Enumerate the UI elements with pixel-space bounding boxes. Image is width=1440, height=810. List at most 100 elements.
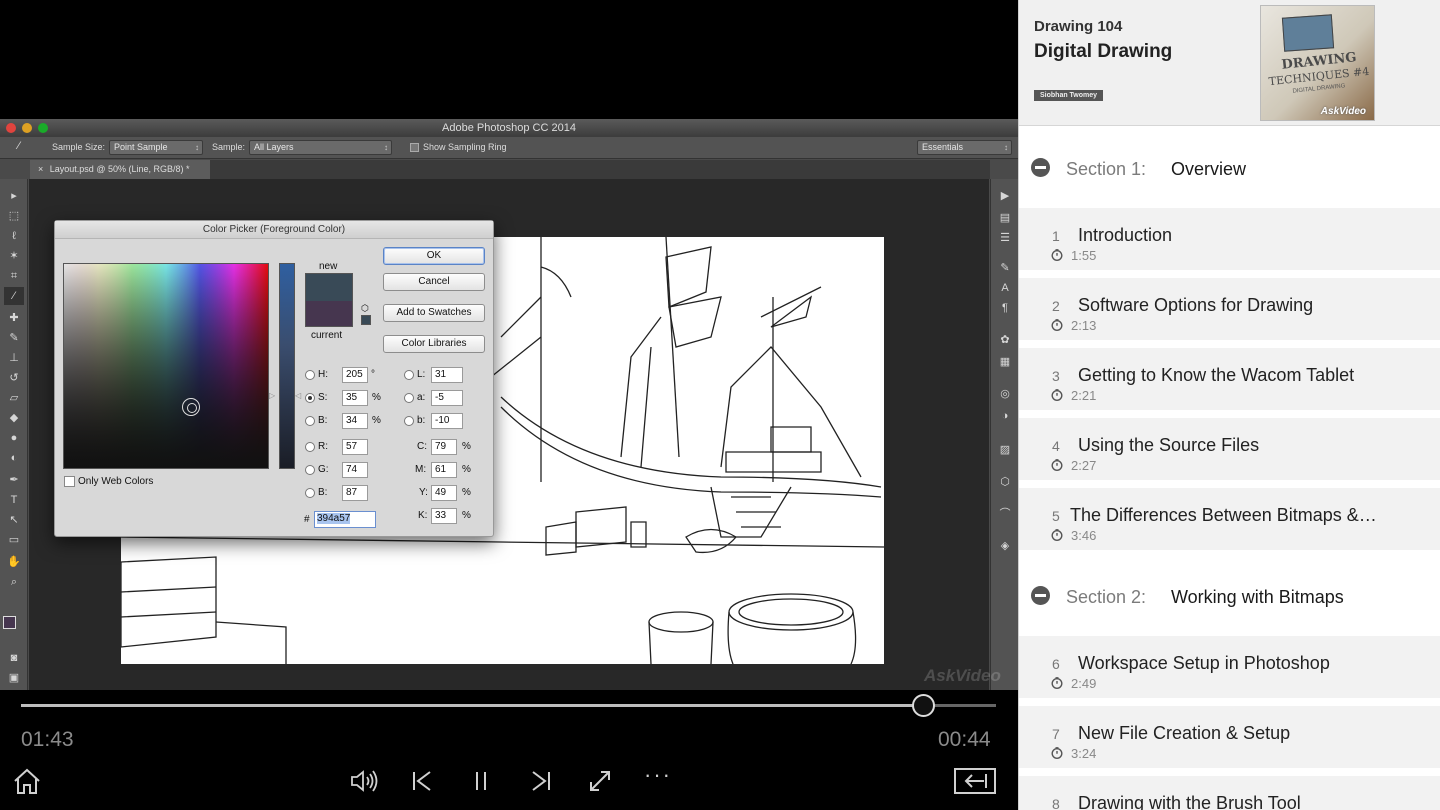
cyan-unit: %: [462, 441, 471, 452]
progress-bar[interactable]: [21, 694, 996, 717]
lesson-number: 6: [1052, 656, 1060, 672]
hue-slider-left-arrow-icon: ▷: [269, 391, 276, 400]
saturation-radio[interactable]: [305, 393, 315, 403]
next-button[interactable]: [524, 764, 558, 798]
section-name: Working with Bitmaps: [1171, 587, 1344, 607]
hue-input[interactable]: 205: [342, 367, 368, 383]
course-header: Drawing 104 Digital Drawing Siobhan Twom…: [1019, 0, 1440, 126]
black-label: K:: [418, 510, 428, 521]
lesson-number: 1: [1052, 228, 1060, 244]
shape-tool-icon: ▭: [8, 534, 20, 546]
navigator-panel-icon: ▨: [999, 444, 1011, 456]
progress-thumb[interactable]: [911, 694, 935, 717]
exit-player-button[interactable]: [953, 764, 997, 798]
hex-value: 394a57: [317, 513, 351, 524]
section-name: Overview: [1171, 159, 1247, 179]
sample-size-select: Point Sample: [109, 140, 203, 155]
eyedropper-tool-icon: ⁄: [4, 287, 24, 305]
blue-input[interactable]: 87: [342, 485, 368, 501]
lightness-input[interactable]: 31: [431, 367, 463, 383]
lesson-number: 2: [1052, 298, 1060, 314]
color-sample-ring[interactable]: [182, 398, 200, 416]
foreground-color-icon: [3, 616, 16, 629]
lesson-title: The Differences Between Bitmaps &…: [1070, 505, 1377, 525]
brightness-radio[interactable]: [305, 416, 315, 426]
author-badge: Siobhan Twomey: [1034, 90, 1104, 101]
stamp-tool-icon: ⊥: [9, 352, 19, 364]
green-input[interactable]: 74: [342, 462, 368, 478]
current-color-swatch[interactable]: [305, 301, 353, 327]
path-select-icon: ↖: [9, 514, 19, 526]
add-to-swatches-button[interactable]: Add to Swatches: [383, 304, 485, 322]
clock-icon: [1051, 529, 1063, 541]
hue-slider[interactable]: [279, 263, 295, 469]
cancel-button[interactable]: Cancel: [383, 273, 485, 291]
more-icon: ···: [644, 762, 672, 787]
hue-radio[interactable]: [305, 370, 315, 380]
document-tab: × Layout.psd @ 50% (Line, RGB/8) *: [30, 160, 210, 179]
course-thumbnail: DRAWING TECHNIQUES #4 DIGITAL DRAWING As…: [1260, 5, 1375, 121]
bucket-tool-icon: ◆: [9, 412, 19, 424]
lesson-duration: 2:21: [1071, 388, 1097, 403]
skip-back-icon: [413, 771, 431, 791]
brightness-input[interactable]: 34: [342, 413, 368, 429]
course-sidebar: Drawing 104 Digital Drawing Siobhan Twom…: [1018, 0, 1440, 810]
a-channel-label: a:: [417, 392, 426, 403]
color-libraries-button[interactable]: Color Libraries: [383, 335, 485, 353]
lesson-item[interactable]: 3 Getting to Know the Wacom Tablet 2:21: [1019, 348, 1440, 410]
lesson-title: Getting to Know the Wacom Tablet: [1078, 365, 1355, 385]
document-tabs: × Layout.psd @ 50% (Line, RGB/8) *: [30, 160, 990, 179]
current-color-label: current: [311, 330, 343, 341]
lesson-title: Using the Source Files: [1078, 435, 1260, 455]
web-safe-swatch[interactable]: [361, 315, 371, 325]
crop-tool-icon: ⌗: [10, 270, 18, 282]
red-input[interactable]: 57: [342, 439, 368, 455]
lightness-radio[interactable]: [404, 370, 414, 380]
lesson-duration: 2:13: [1071, 318, 1097, 333]
yellow-input[interactable]: 49: [431, 485, 457, 501]
volume-button[interactable]: [347, 764, 381, 798]
lesson-item[interactable]: 8 Drawing with the Brush Tool: [1019, 776, 1440, 810]
more-options-button[interactable]: ···: [641, 758, 675, 792]
section-header[interactable]: Section 1: Overview: [1019, 128, 1440, 208]
app-title: Adobe Photoshop CC 2014: [442, 122, 576, 134]
a-channel-input[interactable]: -5: [431, 390, 463, 406]
sampling-ring-checkbox: [410, 143, 419, 152]
elapsed-time: 01:43: [21, 728, 74, 751]
lesson-duration: 3:46: [1071, 528, 1097, 543]
only-web-colors-checkbox[interactable]: [64, 476, 75, 487]
previous-button[interactable]: [405, 764, 439, 798]
lesson-item[interactable]: 7 New File Creation & Setup 3:24: [1019, 706, 1440, 768]
section-header[interactable]: Section 2: Working with Bitmaps: [1019, 556, 1440, 636]
brightness-label: B:: [318, 415, 328, 426]
video-player[interactable]: Adobe Photoshop CC 2014 ⁄ Sample Size: P…: [0, 0, 1018, 810]
move-tool-icon: ▸: [11, 190, 17, 202]
blur-tool-icon: ●: [10, 432, 18, 444]
blue-radio[interactable]: [305, 488, 315, 498]
b-channel-radio[interactable]: [404, 416, 414, 426]
home-button[interactable]: [10, 764, 44, 798]
skip-forward-icon: [532, 771, 550, 791]
magenta-input[interactable]: 61: [431, 462, 457, 478]
lesson-item[interactable]: 4 Using the Source Files 2:27: [1019, 418, 1440, 480]
play-panel-icon: ▶: [1000, 190, 1010, 202]
green-radio[interactable]: [305, 465, 315, 475]
lesson-item[interactable]: 6 Workspace Setup in Photoshop 2:49: [1019, 636, 1440, 698]
magic-wand-icon: ✶: [9, 250, 19, 262]
black-input[interactable]: 33: [431, 508, 457, 524]
b-channel-input[interactable]: -10: [431, 413, 463, 429]
ok-button[interactable]: OK: [383, 247, 485, 265]
pause-button[interactable]: [464, 764, 498, 798]
red-radio[interactable]: [305, 442, 315, 452]
lesson-item[interactable]: 5 The Differences Between Bitmaps &… 3:4…: [1019, 488, 1440, 550]
saturation-input[interactable]: 35: [342, 390, 368, 406]
lesson-item[interactable]: 2 Software Options for Drawing 2:13: [1019, 278, 1440, 340]
lesson-item[interactable]: 1 Introduction 1:55: [1019, 208, 1440, 270]
hex-input[interactable]: 394a57: [314, 511, 376, 528]
a-channel-radio[interactable]: [404, 393, 414, 403]
cyan-input[interactable]: 79: [431, 439, 457, 455]
lesson-title: New File Creation & Setup: [1078, 723, 1291, 743]
color-field[interactable]: [63, 263, 269, 469]
swatches-panel-icon: ▦: [999, 356, 1011, 368]
fullscreen-button[interactable]: [583, 764, 617, 798]
